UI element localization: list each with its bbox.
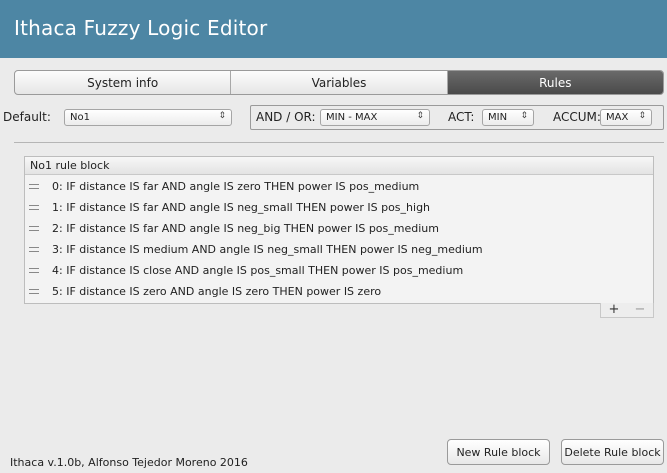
- delete-rule-block-button[interactable]: Delete Rule block: [561, 439, 664, 465]
- rule-text: 5: IF distance IS zero AND angle IS zero…: [52, 284, 382, 298]
- updown-arrow-icon: ⇕: [520, 111, 528, 121]
- rule-row[interactable]: 3: IF distance IS medium AND angle IS ne…: [25, 239, 653, 259]
- app-title: Ithaca Fuzzy Logic Editor: [14, 16, 268, 40]
- accum-select-value: MAX: [606, 112, 629, 123]
- drag-handle-icon[interactable]: [29, 225, 39, 231]
- title-bar: Ithaca Fuzzy Logic Editor: [0, 0, 667, 58]
- rule-row[interactable]: 0: IF distance IS far AND angle IS zero …: [25, 176, 653, 196]
- rule-text: 0: IF distance IS far AND angle IS zero …: [52, 179, 420, 193]
- remove-rule-button[interactable]: −: [627, 303, 653, 317]
- credits-text: Ithaca v.1.0b, Alfonso Tejedor Moreno 20…: [10, 456, 248, 469]
- tab-variables[interactable]: Variables: [231, 71, 448, 94]
- default-label: Default:: [3, 110, 51, 124]
- drag-handle-icon[interactable]: [29, 204, 39, 210]
- new-rule-block-button[interactable]: New Rule block: [447, 439, 550, 465]
- rule-row[interactable]: 2: IF distance IS far AND angle IS neg_b…: [25, 218, 653, 238]
- rule-text: 2: IF distance IS far AND angle IS neg_b…: [52, 221, 439, 235]
- accum-select[interactable]: MAX ⇕: [600, 109, 652, 126]
- drag-handle-icon[interactable]: [29, 267, 39, 273]
- tab-bar: System info Variables Rules: [14, 70, 664, 95]
- updown-arrow-icon: ⇕: [218, 111, 226, 121]
- accum-label: ACCUM:: [553, 110, 601, 124]
- act-select-value: MIN: [488, 112, 508, 123]
- drag-handle-icon[interactable]: [29, 246, 39, 252]
- tab-rules[interactable]: Rules: [447, 71, 663, 94]
- rule-text: 4: IF distance IS close AND angle IS pos…: [52, 263, 464, 277]
- andor-select[interactable]: MIN - MAX ⇕: [320, 109, 430, 126]
- rule-row[interactable]: 1: IF distance IS far AND angle IS neg_s…: [25, 197, 653, 217]
- act-label: ACT:: [448, 110, 475, 124]
- add-remove-controls: + −: [600, 303, 654, 318]
- rule-text: 3: IF distance IS medium AND angle IS ne…: [52, 242, 483, 256]
- andor-select-value: MIN - MAX: [326, 112, 378, 123]
- divider: [14, 142, 664, 143]
- rule-row[interactable]: 5: IF distance IS zero AND angle IS zero…: [25, 281, 653, 301]
- default-select-value: No1: [70, 112, 90, 123]
- tab-system-info[interactable]: System info: [15, 71, 232, 94]
- rule-row[interactable]: 4: IF distance IS close AND angle IS pos…: [25, 260, 653, 280]
- add-rule-button[interactable]: +: [601, 303, 627, 317]
- drag-handle-icon[interactable]: [29, 183, 39, 189]
- act-select[interactable]: MIN ⇕: [482, 109, 534, 126]
- updown-arrow-icon: ⇕: [638, 111, 646, 121]
- andor-label: AND / OR:: [256, 110, 316, 124]
- rule-block-panel: No1 rule block 0: IF distance IS far AND…: [24, 156, 654, 304]
- updown-arrow-icon: ⇕: [416, 111, 424, 121]
- rule-text: 1: IF distance IS far AND angle IS neg_s…: [52, 200, 431, 214]
- drag-handle-icon[interactable]: [29, 288, 39, 294]
- rule-block-header: No1 rule block: [25, 157, 653, 175]
- default-select[interactable]: No1 ⇕: [64, 109, 232, 126]
